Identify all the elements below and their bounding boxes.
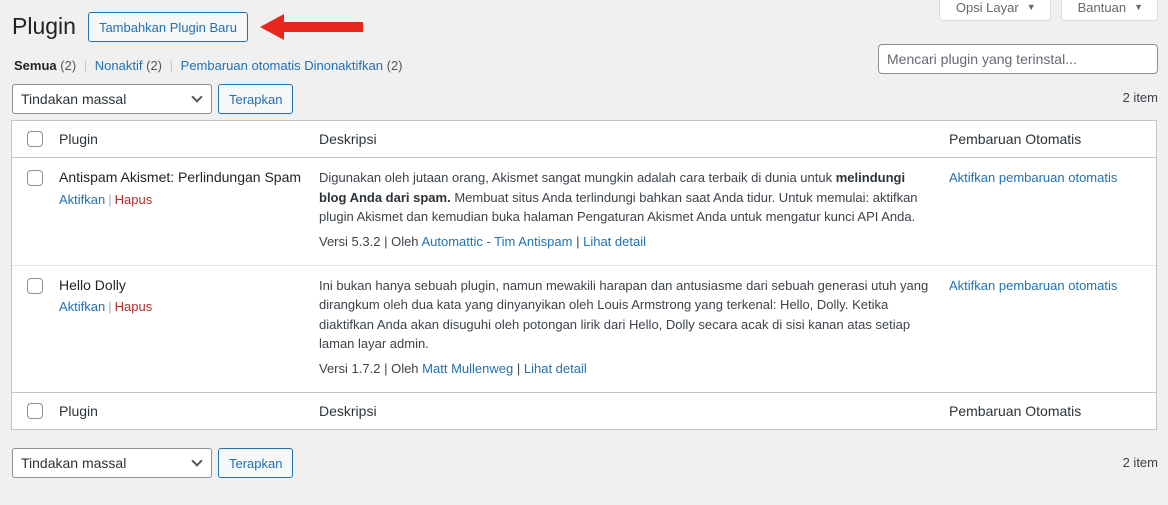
table-row: Hello Dolly Aktifkan | Hapus Ini bukan han… — [12, 266, 1156, 392]
bulk-action-selected: Tindakan massal — [21, 455, 127, 471]
plugin-meta: Versi 5.3.2 | Oleh Automattic - Tim Anti… — [319, 233, 949, 265]
row-checkbox[interactable] — [27, 277, 43, 294]
meta-separator: | — [384, 360, 388, 376]
filter-auto-updates-disabled-count: (2) — [386, 58, 403, 73]
description-text: Ini bukan hanya sebuah plugin, namun mew… — [319, 277, 929, 352]
filter-auto-updates-disabled[interactable]: Pembaruan otomatis Dinonaktifkan — [181, 58, 383, 73]
tablenav-top: Tindakan massal Terapkan — [12, 84, 294, 114]
plugin-version: Versi 5.3.2 — [319, 233, 381, 249]
delete-link[interactable]: Hapus — [115, 192, 153, 207]
meta-separator: | — [384, 233, 388, 249]
screen-options-label: Opsi Layar — [955, 0, 1019, 15]
plugins-table: Plugin Deskripsi Pembaruan Otomatis Anti… — [11, 120, 1157, 430]
meta-separator: | — [576, 233, 580, 249]
plugin-description: Ini bukan hanya sebuah plugin, namun mew… — [319, 276, 929, 354]
row-actions: Aktifkan | Hapus — [59, 192, 319, 207]
bulk-action-select-bottom[interactable]: Tindakan massal — [12, 448, 212, 478]
screen-options-button[interactable]: Opsi Layar ▼ — [938, 0, 1051, 21]
filter-inactive-count: (2) — [146, 58, 163, 73]
column-footer-description: Deskripsi — [319, 402, 377, 419]
bulk-action-select[interactable]: Tindakan massal — [12, 84, 212, 114]
activate-link[interactable]: Aktifkan — [59, 192, 105, 207]
plugin-description: Digunakan oleh jutaan orang, Akismet san… — [319, 168, 929, 227]
plugin-version: Versi 1.7.2 — [319, 360, 381, 376]
view-details-link[interactable]: Lihat detail — [583, 234, 646, 249]
enable-auto-updates-link[interactable]: Aktifkan pembaruan otomatis — [949, 170, 1117, 185]
filter-all-count: (2) — [60, 58, 77, 73]
activate-link[interactable]: Aktifkan — [59, 299, 105, 314]
apply-button-bottom[interactable]: Terapkan — [218, 448, 294, 478]
column-header-description: Deskripsi — [319, 131, 377, 147]
dropdown-arrow-icon: ▼ — [1134, 2, 1143, 12]
filter-all[interactable]: Semua — [14, 58, 57, 73]
dropdown-arrow-icon: ▼ — [1026, 2, 1036, 12]
item-count: 2 item — [1122, 90, 1158, 105]
chevron-down-icon — [191, 91, 203, 103]
by-label: Oleh — [391, 360, 419, 376]
page-title: Plugin — [12, 13, 76, 40]
table-footer: Plugin Deskripsi Pembaruan Otomatis — [12, 391, 1156, 429]
chevron-down-icon — [191, 455, 203, 467]
screen-meta-links: Opsi Layar ▼ Bantuan ▼ — [938, 0, 1158, 21]
column-footer-auto-updates: Pembaruan Otomatis — [949, 402, 1082, 419]
apply-button[interactable]: Terapkan — [218, 84, 294, 114]
select-all-checkbox[interactable] — [27, 131, 43, 147]
enable-auto-updates-link[interactable]: Aktifkan pembaruan otomatis — [949, 278, 1117, 293]
action-separator: | — [108, 191, 112, 207]
bulk-action-selected: Tindakan massal — [21, 91, 127, 107]
annotation-arrow-icon — [260, 14, 363, 40]
table-row: Antispam Akismet: Perlindungan Spam Akti… — [12, 158, 1156, 266]
plugin-meta: Versi 1.7.2 | Oleh Matt Mullenweg | Liha… — [319, 360, 949, 392]
filter-separator: | — [169, 58, 174, 73]
select-all-checkbox-footer[interactable] — [27, 402, 43, 419]
action-separator: | — [108, 299, 112, 315]
by-label: Oleh — [391, 233, 419, 249]
page-header: Plugin Tambahkan Plugin Baru — [12, 12, 248, 42]
column-header-plugin: Plugin — [59, 131, 98, 147]
view-details-link[interactable]: Lihat detail — [524, 361, 587, 376]
author-link[interactable]: Automattic - Tim Antispam — [421, 234, 572, 249]
filter-inactive[interactable]: Nonaktif — [95, 58, 143, 73]
tablenav-bottom: Tindakan massal Terapkan — [12, 448, 294, 478]
search-plugins-input[interactable] — [878, 44, 1158, 74]
row-actions: Aktifkan | Hapus — [59, 299, 319, 314]
status-filters: Semua (2) | Nonaktif (2) | Pembaruan oto… — [14, 58, 403, 73]
author-link[interactable]: Matt Mullenweg — [422, 361, 513, 376]
delete-link[interactable]: Hapus — [115, 299, 153, 314]
table-header: Plugin Deskripsi Pembaruan Otomatis — [12, 121, 1156, 158]
help-button[interactable]: Bantuan ▼ — [1060, 0, 1158, 21]
column-footer-plugin: Plugin — [59, 402, 98, 419]
filter-separator: | — [83, 58, 88, 73]
help-label: Bantuan — [1077, 0, 1127, 15]
add-new-plugin-button[interactable]: Tambahkan Plugin Baru — [87, 12, 248, 42]
column-header-auto-updates: Pembaruan Otomatis — [949, 131, 1082, 147]
row-checkbox[interactable] — [27, 170, 43, 186]
item-count-bottom: 2 item — [1122, 455, 1158, 470]
plugin-name: Hello Dolly — [59, 276, 126, 293]
meta-separator: | — [516, 360, 521, 376]
description-text: Digunakan oleh jutaan orang, Akismet san… — [319, 170, 836, 185]
plugin-name: Antispam Akismet: Perlindungan Spam — [59, 169, 302, 185]
